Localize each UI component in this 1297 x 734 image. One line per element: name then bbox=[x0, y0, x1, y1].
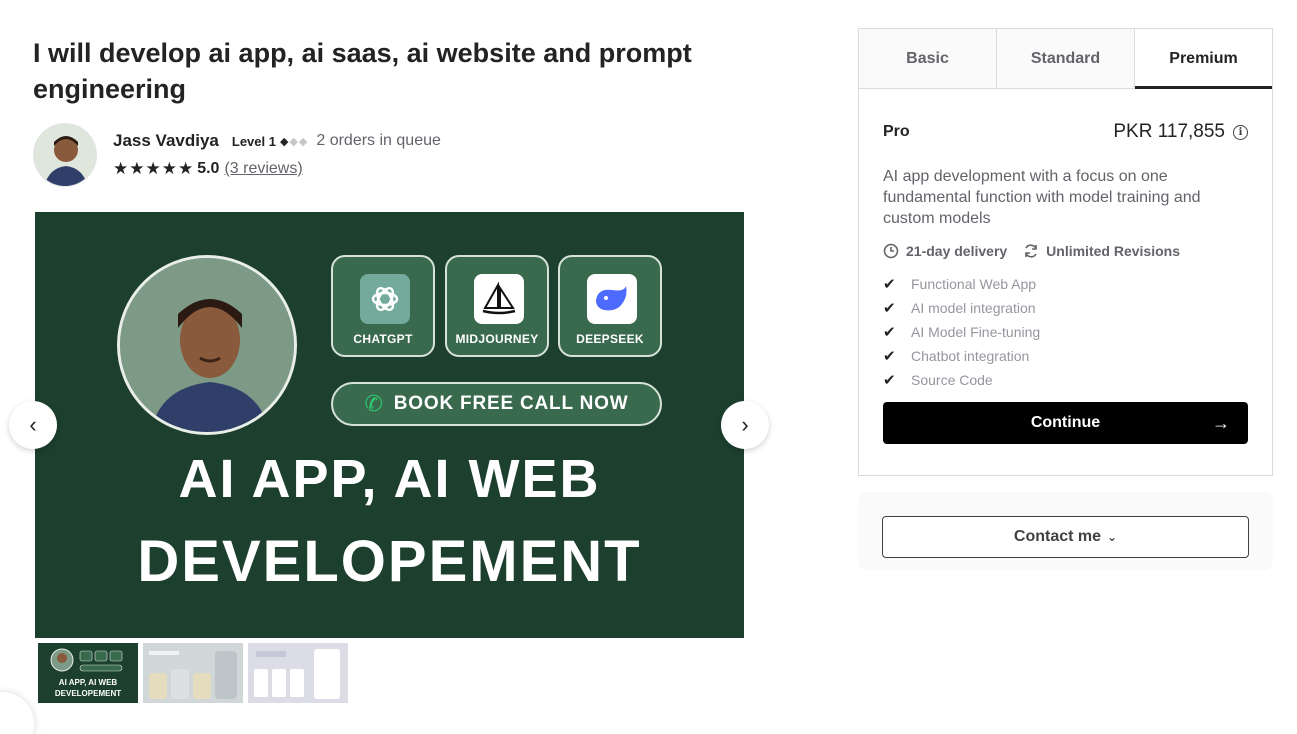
tab-premium[interactable]: Premium bbox=[1135, 29, 1272, 89]
contact-me-button[interactable]: Contact me ⌄ bbox=[882, 516, 1249, 558]
phone-icon: ✆ bbox=[364, 391, 384, 416]
gallery-next-button[interactable]: › bbox=[721, 401, 769, 449]
feature-label: Chatbot integration bbox=[911, 348, 1030, 364]
package-tabs: Basic Standard Premium bbox=[859, 29, 1272, 89]
seller-level-label: Level 1 bbox=[231, 133, 276, 149]
tab-standard[interactable]: Standard bbox=[997, 29, 1135, 88]
chevron-right-icon: › bbox=[741, 412, 749, 437]
midjourney-icon bbox=[474, 274, 524, 324]
gallery-prev-button[interactable]: ‹ bbox=[9, 401, 57, 449]
midjourney-label: MIDJOURNEY bbox=[455, 332, 539, 346]
check-icon: ✔ bbox=[883, 324, 896, 341]
feature-label: Source Code bbox=[911, 372, 993, 388]
package-card: Basic Standard Premium Pro PKR 117,855 i… bbox=[858, 28, 1273, 476]
seller-photo bbox=[117, 255, 297, 435]
chevron-left-icon: ‹ bbox=[29, 412, 37, 437]
gallery-main-slide[interactable]: CHATGPT MIDJOURNEY DEEPSEEK ✆ BOOK FREE … bbox=[35, 212, 744, 638]
tab-basic[interactable]: Basic bbox=[859, 29, 997, 88]
gallery-thumbnail-3[interactable] bbox=[248, 643, 348, 703]
chatgpt-icon bbox=[360, 274, 410, 324]
seller-name[interactable]: Jass Vavdiya bbox=[113, 131, 219, 151]
rating-score: 5.0 bbox=[197, 160, 220, 177]
feature-item: ✔ Functional Web App bbox=[883, 272, 1248, 296]
chatgpt-label: CHATGPT bbox=[353, 332, 413, 346]
slide-headline-1: AI APP, AI WEB bbox=[178, 449, 601, 509]
gallery-thumbnail-2[interactable] bbox=[143, 643, 243, 703]
feature-item: ✔ AI Model Fine-tuning bbox=[883, 320, 1248, 344]
delivery-time: 21-day delivery bbox=[883, 243, 1007, 259]
deepseek-label: DEEPSEEK bbox=[576, 332, 644, 346]
info-icon[interactable]: i bbox=[1233, 124, 1248, 140]
contact-section: Contact me ⌄ bbox=[858, 492, 1273, 570]
orders-in-queue: 2 orders in queue bbox=[316, 132, 441, 149]
check-icon: ✔ bbox=[883, 348, 896, 365]
book-free-call-text: BOOK FREE CALL NOW bbox=[393, 393, 629, 414]
contact-me-label: Contact me bbox=[1013, 528, 1102, 545]
check-icon: ✔ bbox=[883, 372, 896, 389]
rating-stars-icon: ★★★★★ bbox=[113, 159, 195, 178]
seller-overview: Jass Vavdiya Level 1 ◆◆◆ 2 orders in que… bbox=[33, 123, 441, 187]
check-icon: ✔ bbox=[883, 276, 896, 293]
thumbnail-1-line1: AI APP, AI WEB bbox=[59, 678, 118, 687]
revisions-label: Unlimited Revisions bbox=[1046, 243, 1180, 259]
deepseek-icon bbox=[587, 274, 637, 324]
feature-item: ✔ AI model integration bbox=[883, 296, 1248, 320]
thumbnail-1-line2: DEVELOPEMENT bbox=[55, 689, 121, 698]
revisions: Unlimited Revisions bbox=[1023, 243, 1180, 259]
package-description: AI app development with a focus on one f… bbox=[883, 168, 1201, 227]
feature-label: AI Model Fine-tuning bbox=[911, 324, 1041, 340]
chat-bubble-button[interactable] bbox=[0, 692, 34, 734]
gallery-thumbnail-1[interactable]: AI APP, AI WEB DEVELOPEMENT bbox=[38, 643, 138, 703]
delivery-time-label: 21-day delivery bbox=[906, 243, 1008, 259]
gallery-thumbnails: AI APP, AI WEB DEVELOPEMENT bbox=[38, 643, 348, 703]
midjourney-card: MIDJOURNEY bbox=[445, 255, 549, 357]
book-free-call-banner: ✆ BOOK FREE CALL NOW bbox=[331, 382, 662, 426]
clock-icon bbox=[883, 243, 899, 259]
feature-label: AI model integration bbox=[911, 300, 1036, 316]
refresh-icon bbox=[1025, 244, 1037, 258]
seller-avatar[interactable] bbox=[33, 123, 97, 187]
deepseek-card: DEEPSEEK bbox=[558, 255, 662, 357]
package-features: ✔ Functional Web App ✔ AI model integratio… bbox=[883, 272, 1248, 392]
arrow-right-icon: → bbox=[1212, 412, 1230, 433]
package-name: Pro bbox=[883, 123, 910, 140]
feature-item: ✔ Source Code bbox=[883, 368, 1248, 392]
continue-button[interactable]: Continue → bbox=[883, 402, 1248, 444]
feature-label: Functional Web App bbox=[911, 276, 1037, 292]
check-icon: ✔ bbox=[883, 300, 896, 317]
feature-item: ✔ Chatbot integration bbox=[883, 344, 1248, 368]
gig-title: I will develop ai app, ai saas, ai websi… bbox=[33, 38, 692, 104]
slide-headline-2: DEVELOPEMENT bbox=[137, 529, 642, 594]
chatgpt-card: CHATGPT bbox=[331, 255, 435, 357]
chevron-down-icon: ⌄ bbox=[1107, 530, 1118, 544]
level-diamond-icons: ◆◆◆ bbox=[279, 135, 309, 148]
continue-label: Continue bbox=[1030, 414, 1101, 431]
package-price-value: PKR 117,855 bbox=[1113, 121, 1225, 142]
reviews-link[interactable]: (3 reviews) bbox=[224, 160, 302, 178]
seller-level: Level 1 ◆◆◆ bbox=[232, 134, 308, 149]
package-price: PKR 117,855 i bbox=[1113, 121, 1248, 143]
